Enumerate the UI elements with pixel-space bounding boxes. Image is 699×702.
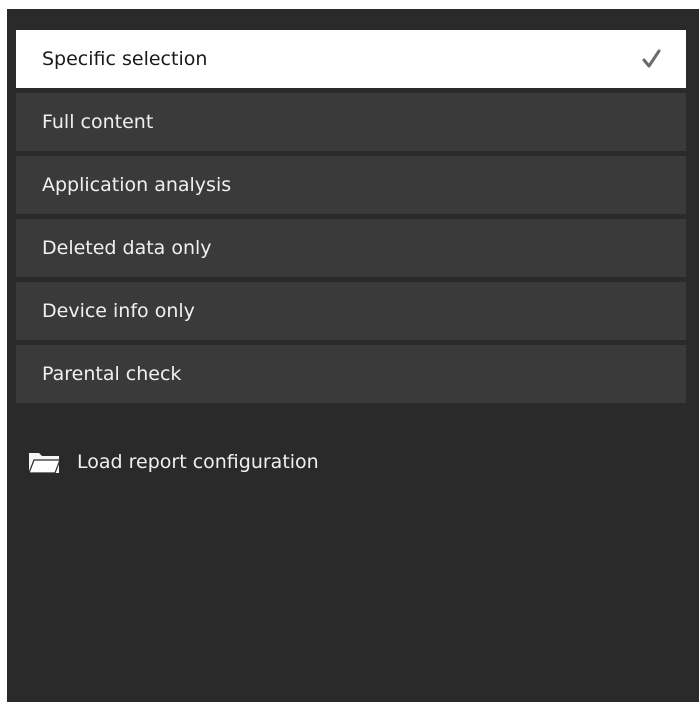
- option-device-info-only[interactable]: Device info only: [16, 282, 686, 340]
- folder-open-icon: [28, 453, 61, 474]
- option-full-content[interactable]: Full content: [16, 93, 686, 151]
- option-label: Full content: [42, 111, 154, 133]
- load-report-configuration-label: Load report configuration: [77, 451, 319, 473]
- option-parental-check[interactable]: Parental check: [16, 345, 686, 403]
- load-report-configuration-button[interactable]: Load report configuration: [27, 447, 319, 477]
- report-scope-options: Specific selection Full content Applicat…: [16, 30, 686, 408]
- report-scope-panel: Specific selection Full content Applicat…: [7, 9, 699, 702]
- checkmark-icon: [642, 49, 661, 68]
- option-application-analysis[interactable]: Application analysis: [16, 156, 686, 214]
- option-label: Specific selection: [42, 48, 208, 70]
- option-deleted-data-only[interactable]: Deleted data only: [16, 219, 686, 277]
- option-label: Application analysis: [42, 174, 232, 196]
- option-label: Device info only: [42, 300, 195, 322]
- option-specific-selection[interactable]: Specific selection: [16, 30, 686, 88]
- option-label: Deleted data only: [42, 237, 212, 259]
- option-label: Parental check: [42, 363, 182, 385]
